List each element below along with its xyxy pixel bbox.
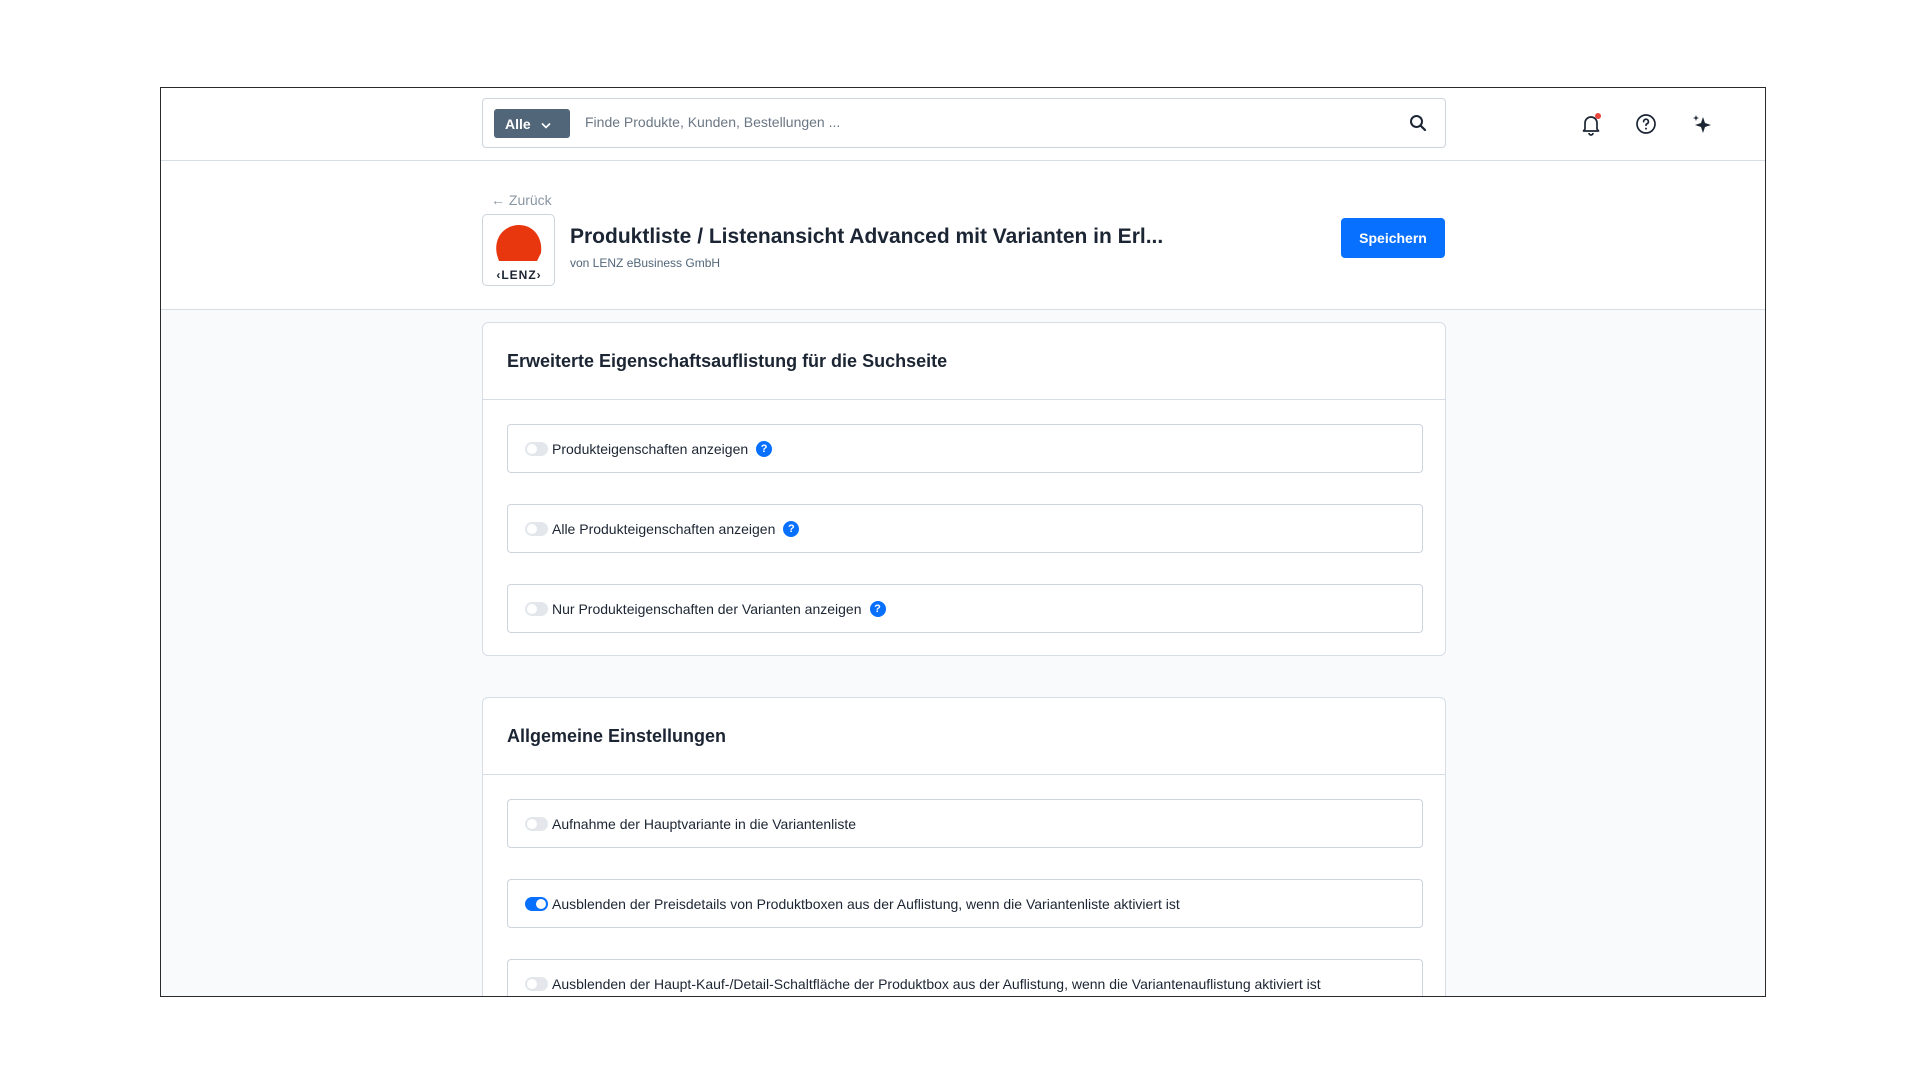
logo-lettering: ‹LENZ› [496, 268, 541, 282]
option-label: Ausblenden der Preisdetails von Produktb… [552, 895, 1180, 912]
search-icon[interactable] [1409, 114, 1427, 137]
option-label: Nur Produkteigenschaften der Varianten a… [552, 600, 862, 617]
toggle-switch[interactable] [525, 896, 548, 911]
help-icon[interactable] [1633, 111, 1659, 137]
page-title: Produktliste / Listenansicht Advanced mi… [570, 225, 1164, 248]
help-info-icon[interactable]: ? [869, 600, 886, 617]
back-link[interactable]: ← Zurück [491, 192, 552, 208]
extension-logo: ‹LENZ› [482, 214, 555, 286]
option-row[interactable]: Ausblenden der Preisdetails von Produktb… [507, 879, 1423, 928]
option-row[interactable]: Ausblenden der Haupt-Kauf-/Detail-Schalt… [507, 959, 1423, 996]
section-card-general-settings: Allgemeine Einstellungen Aufnahme der Ha… [482, 697, 1446, 996]
section-title: Allgemeine Einstellungen [507, 726, 727, 746]
option-label: Aufnahme der Hauptvariante in die Varian… [552, 815, 857, 832]
app-window: Alle Finde Produkte, Kunden, Bestellunge… [160, 87, 1766, 997]
chevron-down-icon [541, 116, 551, 132]
sparkle-icon[interactable] [1689, 111, 1715, 137]
help-info-icon[interactable]: ? [783, 520, 800, 537]
global-search[interactable]: Alle Finde Produkte, Kunden, Bestellunge… [482, 98, 1446, 148]
toggle-switch[interactable] [525, 441, 548, 456]
option-row[interactable]: Aufnahme der Hauptvariante in die Varian… [507, 799, 1423, 848]
top-bar: Alle Finde Produkte, Kunden, Bestellunge… [161, 88, 1765, 161]
notification-dot [1595, 113, 1601, 119]
toggle-switch[interactable] [525, 521, 548, 536]
toggle-switch[interactable] [525, 601, 548, 616]
page-subtitle: von LENZ eBusiness GmbH [570, 256, 721, 270]
option-label: Alle Produkteigenschaften anzeigen [552, 520, 776, 537]
search-input[interactable]: Finde Produkte, Kunden, Bestellungen ... [585, 114, 840, 130]
divider [483, 399, 1445, 400]
section-card-search-properties: Erweiterte Eigenschaftsauflistung für di… [482, 322, 1446, 656]
search-scope-dropdown[interactable]: Alle [494, 109, 570, 138]
option-row[interactable]: Produkteigenschaften anzeigen ? [507, 424, 1423, 473]
bell-icon[interactable] [1578, 111, 1604, 137]
save-button[interactable]: Speichern [1341, 218, 1445, 258]
section-title: Erweiterte Eigenschaftsauflistung für di… [507, 351, 948, 371]
search-scope-label: Alle [505, 115, 531, 132]
option-row[interactable]: Alle Produkteigenschaften anzeigen ? [507, 504, 1423, 553]
option-label: Produkteigenschaften anzeigen [552, 440, 749, 457]
toggle-switch[interactable] [525, 816, 548, 831]
divider [483, 774, 1445, 775]
option-label: Ausblenden der Haupt-Kauf-/Detail-Schalt… [552, 975, 1321, 992]
toggle-switch[interactable] [525, 976, 548, 991]
option-row[interactable]: Nur Produkteigenschaften der Varianten a… [507, 584, 1423, 633]
help-info-icon[interactable]: ? [756, 440, 773, 457]
